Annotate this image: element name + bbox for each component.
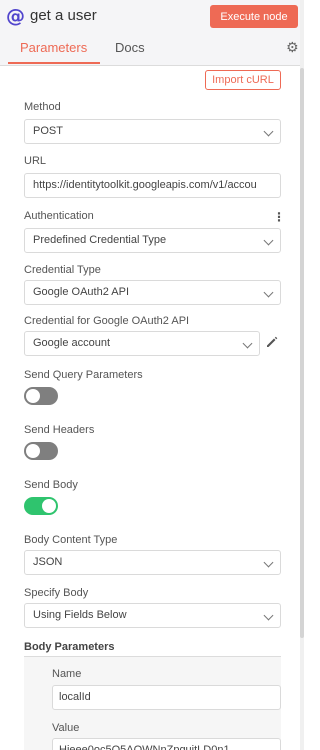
- chevron-down-icon: [263, 235, 274, 246]
- execute-node-button[interactable]: Execute node: [210, 5, 298, 28]
- parameter-name-input[interactable]: localId: [52, 685, 281, 710]
- send-headers-label: Send Headers: [24, 424, 95, 436]
- send-query-label: Send Query Parameters: [24, 369, 143, 381]
- tab-parameters[interactable]: Parameters: [20, 40, 87, 55]
- gear-icon[interactable]: ⚙: [286, 40, 299, 56]
- credential-value: Google account: [33, 337, 111, 349]
- method-label: Method: [24, 101, 61, 113]
- parameter-value-label: Value: [52, 722, 80, 734]
- tab-bar: Parameters Docs ⚙: [0, 38, 300, 66]
- chevron-down-icon: [263, 287, 274, 298]
- body-content-type-select[interactable]: JSON: [24, 550, 281, 575]
- parameter-name-label: Name: [52, 668, 82, 680]
- active-tab-indicator: [8, 62, 100, 64]
- credential-type-select[interactable]: Google OAuth2 API: [24, 280, 281, 305]
- method-value: POST: [33, 125, 63, 137]
- send-headers-toggle[interactable]: [24, 442, 58, 460]
- authentication-select[interactable]: Predefined Credential Type: [24, 228, 281, 253]
- authentication-label: Authentication: [24, 210, 94, 222]
- method-select[interactable]: POST: [24, 119, 281, 144]
- chevron-down-icon: [263, 557, 274, 568]
- tab-docs[interactable]: Docs: [115, 40, 145, 55]
- chevron-down-icon: [263, 126, 274, 137]
- toggle-knob: [42, 499, 56, 513]
- specify-body-select[interactable]: Using Fields Below: [24, 603, 281, 628]
- url-label: URL: [24, 155, 47, 167]
- pencil-icon[interactable]: [265, 335, 279, 349]
- body-content-type-label: Body Content Type: [24, 534, 118, 546]
- body-parameters-title: Body Parameters: [24, 641, 115, 653]
- specify-body-label: Specify Body: [24, 587, 89, 599]
- chevron-down-icon: [263, 610, 274, 621]
- url-input[interactable]: https://identitytoolkit.googleapis.com/v…: [24, 173, 281, 198]
- chevron-down-icon: [242, 338, 253, 349]
- credential-type-label: Credential Type: [24, 264, 101, 276]
- send-body-label: Send Body: [24, 479, 78, 491]
- toggle-knob: [26, 389, 40, 403]
- import-curl-button[interactable]: Import cURL: [205, 70, 281, 90]
- at-sign-icon: @: [6, 5, 25, 27]
- more-options-icon[interactable]: ⋮: [273, 210, 285, 224]
- body-content-type-value: JSON: [33, 556, 63, 568]
- send-query-toggle[interactable]: [24, 387, 58, 405]
- node-header: @ get a user Execute node Parameters Doc…: [0, 0, 300, 66]
- scrollbar-thumb[interactable]: [300, 68, 304, 638]
- send-body-toggle[interactable]: [24, 497, 58, 515]
- credential-type-value: Google OAuth2 API: [33, 286, 130, 298]
- toggle-knob: [26, 444, 40, 458]
- node-title[interactable]: get a user: [30, 7, 97, 24]
- specify-body-value: Using Fields Below: [33, 609, 127, 621]
- parameter-value-input[interactable]: Hieee0oc5O5AOWNnZpguitLD0n1: [52, 738, 281, 750]
- authentication-value: Predefined Credential Type: [33, 234, 167, 246]
- credential-label: Credential for Google OAuth2 API: [24, 315, 190, 327]
- credential-select[interactable]: Google account: [24, 331, 260, 356]
